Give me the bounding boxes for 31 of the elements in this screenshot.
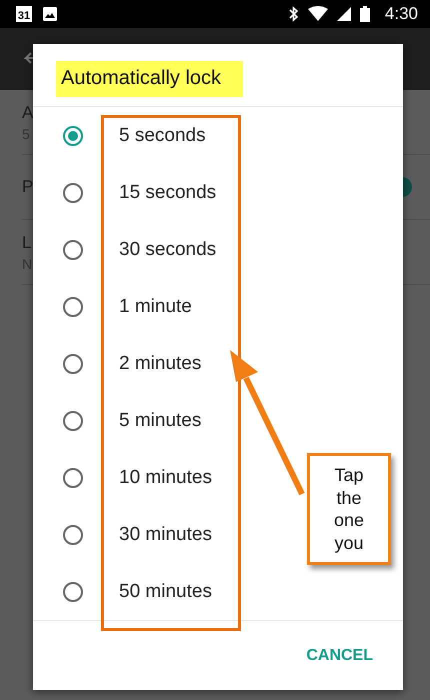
setting-title: A — [22, 102, 34, 122]
radio-button[interactable] — [63, 582, 83, 602]
option-label: 5 seconds — [119, 124, 206, 146]
radio-button[interactable] — [63, 468, 83, 488]
option-label: 30 minutes — [119, 524, 212, 546]
bluetooth-icon — [288, 6, 299, 22]
radio-button[interactable] — [63, 126, 83, 146]
signal-icon — [336, 6, 351, 22]
radio-button[interactable] — [63, 240, 83, 260]
radio-button[interactable] — [63, 296, 83, 316]
image-icon — [42, 6, 58, 22]
setting-title: P — [22, 177, 34, 197]
option-label: 30 seconds — [119, 238, 216, 260]
callout-text: Tap the one you — [334, 464, 364, 554]
dialog-title: Automatically lock — [56, 61, 244, 97]
option-label: 50 minutes — [119, 580, 212, 602]
option-label: 5 minutes — [119, 410, 202, 432]
battery-icon — [360, 6, 370, 22]
option-label: 1 minute — [119, 296, 192, 318]
status-time: 4:30 — [384, 4, 418, 24]
option-label: 10 minutes — [119, 466, 212, 488]
radio-button[interactable] — [63, 354, 83, 374]
option-label: 2 minutes — [119, 352, 202, 374]
option-label: 15 seconds — [119, 182, 216, 204]
cancel-button[interactable]: CANCEL — [302, 638, 377, 672]
setting-title: L — [22, 232, 32, 252]
calendar-icon: 31 — [16, 6, 32, 22]
radio-button[interactable] — [63, 182, 83, 202]
radio-button[interactable] — [63, 524, 83, 544]
radio-button[interactable] — [63, 410, 83, 430]
wifi-icon — [308, 6, 328, 22]
